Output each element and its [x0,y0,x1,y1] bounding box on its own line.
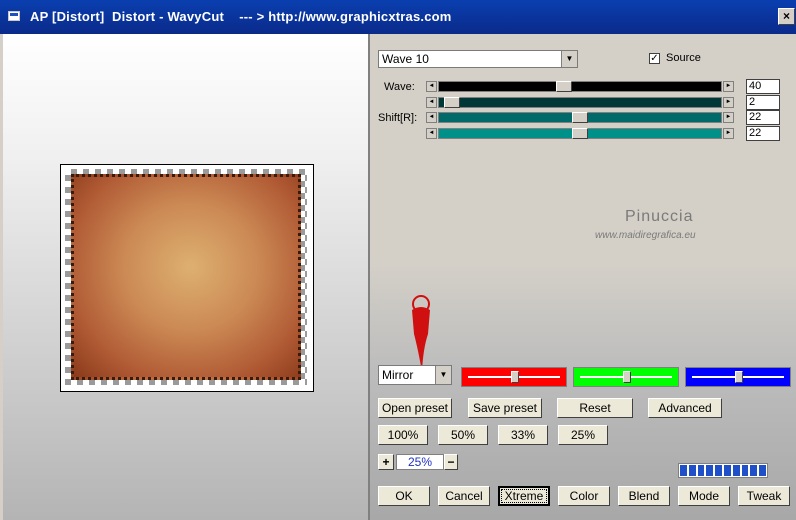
chevron-down-icon[interactable]: ▼ [435,366,451,384]
chevron-down-icon[interactable]: ▼ [561,51,577,67]
cancel-button[interactable]: Cancel [438,486,490,506]
zoom-33-button[interactable]: 33% [498,425,548,445]
arrow-right-icon[interactable]: ► [723,97,734,108]
progress-segment [688,465,696,476]
progress-segment [715,465,722,476]
param-value-field[interactable]: 2 [746,95,780,110]
param-value-field[interactable]: 22 [746,110,780,125]
ok-button[interactable]: OK [378,486,430,506]
zoom-value: 25% [396,454,444,470]
arrow-left-icon[interactable]: ◄ [426,97,437,108]
mode-button[interactable]: Mode [678,486,730,506]
slider-thumb[interactable] [556,81,572,92]
source-label: Source [666,52,701,64]
controls-pane: Wave 10 ▼ ✓ Source Wave: Shift[R]: ◄ ► 40 ◄… [370,34,796,520]
arrow-left-icon[interactable]: ◄ [426,128,437,139]
param-value-field[interactable]: 40 [746,79,780,94]
zoom-out-button[interactable]: − [444,454,458,470]
preview-pane [3,34,370,520]
shift-label: Shift[R]: [378,112,418,124]
color-slider-knob[interactable] [623,371,631,383]
arrow-left-icon[interactable]: ◄ [426,112,437,123]
preset-select[interactable]: Wave 10 ▼ [378,50,578,68]
close-button[interactable]: × [778,8,795,25]
preview-canvas[interactable] [60,164,314,392]
progress-segment [741,465,749,476]
watermark-url: www.maidiregrafica.eu [595,230,696,241]
color-button[interactable]: Color [558,486,610,506]
mirror-select-value: Mirror [382,368,414,382]
progress-segment [680,465,687,476]
progress-segment [750,465,758,476]
progress-segment [706,465,714,476]
blend-button[interactable]: Blend [618,486,670,506]
param-slider[interactable]: ◄ ► [426,97,734,108]
arrow-left-icon[interactable]: ◄ [426,81,437,92]
color-slider-knob[interactable] [511,371,519,383]
arrow-right-icon[interactable]: ► [723,81,734,92]
save-preset-button[interactable]: Save preset [468,398,542,418]
color-channel-slider[interactable] [685,367,791,387]
zoom-100-button[interactable]: 100% [378,425,428,445]
pinuccia-tag-icon [412,295,430,372]
tweak-button[interactable]: Tweak [738,486,790,506]
source-checkbox[interactable]: ✓ [649,53,660,64]
title-bar[interactable]: AP [Distort] Distort - WavyCut --- > htt… [0,0,796,34]
xtreme-button[interactable]: Xtreme [498,486,550,506]
progress-segment [732,465,740,476]
progress-segment [759,465,766,476]
preview-image [71,174,301,380]
window-title: AP [Distort] Distort - WavyCut --- > htt… [30,9,452,24]
slider-thumb[interactable] [572,128,588,139]
progress-bar [678,463,768,478]
wave-label: Wave: [384,81,415,93]
slider-thumb[interactable] [572,112,588,123]
param-slider[interactable]: ◄ ► [426,128,734,139]
param-slider[interactable]: ◄ ► [426,112,734,123]
window-icon[interactable] [8,11,20,21]
param-slider[interactable]: ◄ ► [426,81,734,92]
zoom-50-button[interactable]: 50% [438,425,488,445]
arrow-right-icon[interactable]: ► [723,112,734,123]
progress-segment [723,465,731,476]
param-value-field[interactable]: 22 [746,126,780,141]
color-channel-slider[interactable] [573,367,679,387]
arrow-right-icon[interactable]: ► [723,128,734,139]
open-preset-button[interactable]: Open preset [378,398,452,418]
zoom-25-button[interactable]: 25% [558,425,608,445]
preset-select-value: Wave 10 [382,52,429,66]
advanced-button[interactable]: Advanced [648,398,722,418]
color-channel-slider[interactable] [461,367,567,387]
zoom-in-button[interactable]: + [378,454,394,470]
progress-segment [697,465,705,476]
watermark-name: Pinuccia [625,208,694,225]
slider-thumb[interactable] [444,97,460,108]
reset-button[interactable]: Reset [557,398,633,418]
color-slider-knob[interactable] [735,371,743,383]
mirror-select[interactable]: Mirror ▼ [378,365,452,385]
